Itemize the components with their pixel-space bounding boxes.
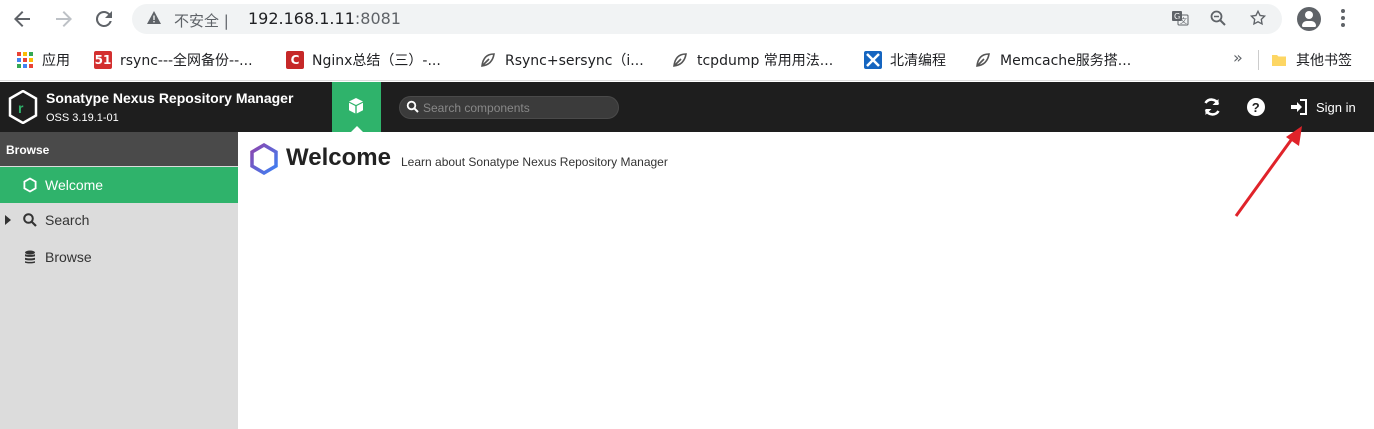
- forward-button[interactable]: [52, 7, 76, 31]
- help-icon: ?: [1247, 98, 1265, 116]
- bookmark-label: 北清编程: [890, 53, 946, 69]
- site-leaf-icon: [671, 51, 689, 69]
- annotation-arrow-icon: [1234, 126, 1302, 217]
- reload-button[interactable]: [92, 7, 116, 31]
- translate-icon[interactable]: G文: [1170, 9, 1190, 29]
- database-icon: [25, 250, 35, 264]
- search-icon: [23, 213, 37, 227]
- sidebar-item-label: Welcome: [45, 177, 104, 193]
- site-x-icon: [864, 51, 882, 69]
- site-leaf-icon: [479, 51, 497, 69]
- browse-mode-tab[interactable]: [332, 82, 381, 132]
- product-title: Sonatype Nexus Repository Manager: [46, 90, 294, 106]
- welcome-hexagon-icon: [250, 143, 278, 175]
- bookmark-label: Memcache服务搭...: [1000, 53, 1132, 69]
- sidebar-heading: Browse: [0, 132, 238, 166]
- bookmarks-bar: 应用 51 rsync---全网备份--... C Nginx总结（三）-...…: [0, 38, 1374, 81]
- active-tab-caret: [351, 126, 363, 132]
- sidebar-item-label: Search: [45, 212, 90, 228]
- cube-icon: [349, 98, 363, 114]
- reload-icon: [95, 10, 112, 27]
- site-51-icon: 51: [94, 51, 112, 69]
- kebab-menu-icon[interactable]: [1340, 8, 1346, 33]
- bookmark-label: Nginx总结（三）-...: [312, 53, 441, 69]
- bookmark-star-icon[interactable]: [1248, 9, 1268, 29]
- bookmark-item[interactable]: tcpdump 常用用法...: [671, 50, 833, 70]
- sidebar-item-browse[interactable]: Browse: [0, 239, 238, 275]
- bookmarks-overflow-button[interactable]: »: [1233, 48, 1243, 67]
- bookmark-item[interactable]: 北清编程: [864, 50, 946, 70]
- other-bookmarks-folder[interactable]: 其他书签: [1270, 50, 1352, 70]
- svg-text:r: r: [18, 100, 24, 116]
- expand-triangle-icon[interactable]: [5, 215, 11, 225]
- site-leaf-icon: [974, 51, 992, 69]
- site-c-icon: C: [286, 51, 304, 69]
- bookmark-label: Rsync+sersync（i...: [505, 53, 644, 69]
- bookmark-label: 应用: [42, 53, 70, 69]
- bookmark-item[interactable]: 51 rsync---全网备份--...: [94, 50, 253, 70]
- sidebar-item-search[interactable]: Search: [0, 202, 238, 238]
- apps-grid-icon: [16, 51, 34, 69]
- product-version: OSS 3.19.1-01: [46, 112, 119, 124]
- arrow-right-icon: [56, 11, 72, 27]
- arrow-left-icon: [14, 11, 30, 27]
- refresh-button[interactable]: [1201, 96, 1223, 118]
- search-icon: [406, 100, 419, 113]
- bookmarks-divider: [1258, 50, 1259, 70]
- warning-icon: [146, 10, 162, 30]
- sign-in-label: Sign in: [1316, 99, 1356, 115]
- address-bar[interactable]: 不安全 | 192.168.1.11:8081 G文: [132, 4, 1282, 34]
- svg-text:?: ?: [1252, 100, 1260, 115]
- bookmark-label: rsync---全网备份--...: [120, 53, 253, 69]
- bookmark-item[interactable]: Rsync+sersync（i...: [479, 50, 644, 70]
- svg-text:文: 文: [1180, 16, 1187, 25]
- search-components-field[interactable]: [399, 96, 619, 119]
- bookmark-item[interactable]: 应用: [16, 50, 70, 70]
- insecure-label: 不安全 |: [174, 12, 229, 30]
- bookmark-label: 其他书签: [1296, 53, 1352, 69]
- profile-avatar-icon[interactable]: [1297, 7, 1321, 31]
- sidebar: Browse Welcome Search Browse: [0, 132, 238, 429]
- hexagon-icon: [23, 177, 37, 193]
- bookmark-item[interactable]: Memcache服务搭...: [974, 50, 1131, 70]
- page-subtitle: Learn about Sonatype Nexus Repository Ma…: [401, 155, 668, 169]
- sign-in-button[interactable]: Sign in: [1290, 96, 1356, 118]
- browser-toolbar: 不安全 | 192.168.1.11:8081 G文: [0, 0, 1374, 38]
- back-button[interactable]: [10, 7, 34, 31]
- bookmark-label: tcpdump 常用用法...: [697, 53, 834, 69]
- refresh-icon: [1204, 98, 1220, 116]
- sidebar-item-welcome[interactable]: Welcome: [0, 167, 238, 203]
- zoom-icon[interactable]: [1208, 9, 1228, 29]
- sign-in-icon: [1291, 99, 1307, 115]
- sidebar-item-label: Browse: [45, 249, 92, 265]
- nexus-header: r Sonatype Nexus Repository Manager OSS …: [0, 82, 1374, 132]
- url-text[interactable]: 192.168.1.11:8081: [248, 9, 401, 28]
- nexus-logo-icon[interactable]: r: [8, 89, 38, 125]
- folder-icon: [1270, 51, 1288, 69]
- help-button[interactable]: ?: [1245, 96, 1267, 118]
- search-components-input[interactable]: [423, 99, 613, 116]
- bookmark-item[interactable]: C Nginx总结（三）-...: [286, 50, 441, 70]
- page-title: Welcome: [286, 144, 391, 171]
